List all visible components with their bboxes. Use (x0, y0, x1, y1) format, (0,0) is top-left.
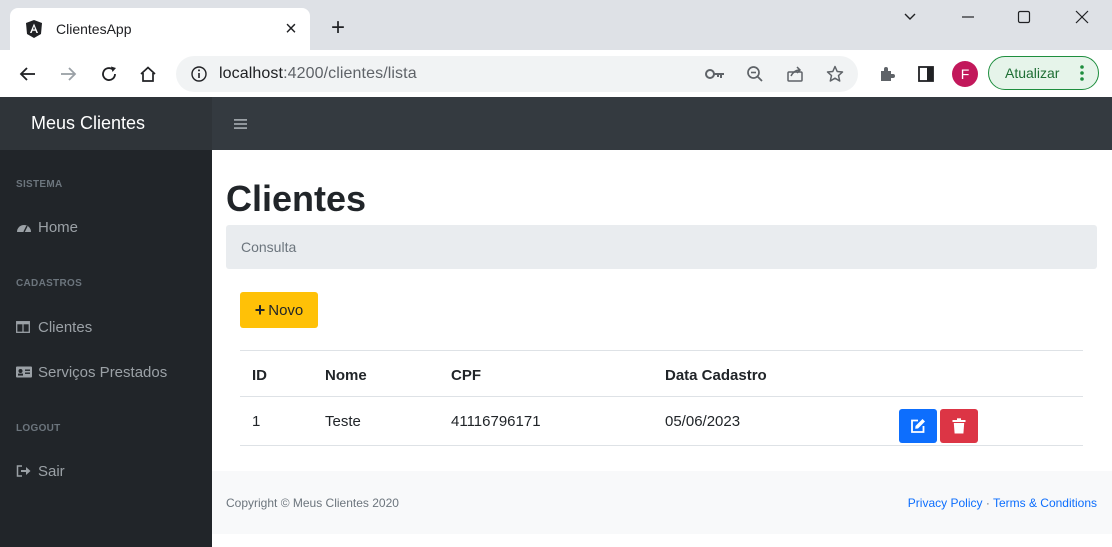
sidebar-item-home[interactable]: Home (16, 216, 78, 238)
update-button[interactable]: Atualizar (988, 56, 1099, 90)
sidebar-item-sair[interactable]: Sair (16, 460, 65, 482)
tab-title: ClientesApp (56, 21, 132, 37)
main-content: Clientes Consulta + Novo ID Nome CPF Dat… (212, 150, 1112, 471)
cell-data-cadastro: 05/06/2023 (665, 413, 741, 430)
cell-nome: Teste (325, 413, 361, 430)
column-header-nome: Nome (325, 367, 367, 384)
home-icon[interactable] (136, 62, 160, 86)
sidebar-item-label: Serviços Prestados (38, 363, 168, 381)
breadcrumb: Consulta (226, 225, 1097, 269)
new-tab-icon[interactable]: + (326, 16, 350, 40)
footer-separator: · (985, 496, 990, 510)
sidebar-item-clientes[interactable]: Clientes (16, 316, 92, 338)
edit-button[interactable] (899, 409, 937, 443)
close-tab-icon[interactable]: × (280, 18, 302, 40)
sidebar: SISTEMA Home CADASTROS Clientes Serviços… (0, 150, 212, 547)
browser-tabstrip: ClientesApp × + (0, 0, 1112, 50)
sidebar-item-label: Sair (38, 462, 65, 480)
sidebar-heading-sistema: SISTEMA (16, 179, 63, 190)
app-brand[interactable]: Meus Clientes (31, 113, 145, 134)
copyright-text: Copyright © Meus Clientes 2020 (226, 496, 399, 510)
trash-icon (952, 418, 966, 434)
new-client-label: Novo (268, 301, 304, 319)
chevron-down-icon[interactable] (896, 6, 924, 28)
table-bottom-border (240, 445, 1083, 446)
table-header-row: ID Nome CPF Data Cadastro (240, 350, 1083, 396)
sign-out-icon (16, 464, 32, 478)
table-row: 1 Teste 41116796171 05/06/2023 (240, 396, 1083, 445)
profile-avatar[interactable]: F (952, 61, 978, 87)
more-vert-icon[interactable] (1079, 64, 1085, 82)
table-icon (16, 320, 32, 334)
clients-table: ID Nome CPF Data Cadastro 1 Teste 411167… (240, 350, 1083, 446)
star-icon[interactable] (824, 64, 846, 84)
brand-area: Meus Clientes (0, 97, 212, 150)
app-topnav: Meus Clientes (0, 97, 1112, 150)
column-header-id: ID (252, 367, 267, 384)
footer: Copyright © Meus Clientes 2020 Privacy P… (212, 471, 1112, 534)
terms-link[interactable]: Terms & Conditions (993, 496, 1097, 510)
sidebar-heading-cadastros: CADASTROS (16, 278, 83, 289)
id-card-icon (16, 365, 32, 379)
forward-arrow-icon[interactable] (56, 62, 80, 86)
column-header-cpf: CPF (451, 367, 481, 384)
minimize-icon[interactable] (954, 6, 982, 28)
page-bottom (212, 534, 1112, 547)
cell-id: 1 (252, 413, 261, 430)
plus-icon: + (254, 299, 266, 320)
sidebar-item-servicos-prestados[interactable]: Serviços Prestados (16, 361, 167, 383)
close-window-icon[interactable] (1068, 6, 1096, 28)
maximize-icon[interactable] (1010, 6, 1038, 28)
url-text: localhost:4200/clientes/lista (219, 65, 417, 82)
new-client-button[interactable]: + Novo (240, 292, 318, 328)
sidebar-item-label: Home (38, 218, 79, 236)
tachometer-icon (16, 220, 32, 234)
breadcrumb-item-consulta: Consulta (241, 239, 297, 255)
update-label: Atualizar (1005, 65, 1060, 81)
browser-tab[interactable]: ClientesApp × (10, 8, 310, 50)
key-icon[interactable] (704, 64, 726, 84)
zoom-out-icon[interactable] (744, 64, 766, 84)
hamburger-menu-icon[interactable] (234, 117, 247, 129)
sidebar-item-label: Clientes (38, 318, 93, 336)
delete-button[interactable] (940, 409, 978, 443)
back-arrow-icon[interactable] (16, 62, 40, 86)
page-title: Clientes (226, 178, 367, 219)
column-header-data-cadastro: Data Cadastro (665, 367, 767, 384)
cell-cpf: 41116796171 (451, 413, 541, 430)
privacy-policy-link[interactable]: Privacy Policy (908, 496, 983, 510)
side-panel-icon[interactable] (914, 62, 938, 86)
angular-logo-icon (24, 19, 44, 39)
edit-icon (911, 419, 925, 433)
browser-toolbar: localhost:4200/clientes/lista (0, 50, 1112, 98)
sidebar-heading-logout: LOGOUT (16, 423, 61, 434)
address-bar[interactable]: localhost:4200/clientes/lista (176, 56, 858, 92)
footer-links: Privacy Policy · Terms & Conditions (908, 496, 1097, 510)
reload-icon[interactable] (97, 62, 121, 86)
extensions-icon[interactable] (875, 62, 899, 86)
share-icon[interactable] (784, 64, 806, 84)
info-icon[interactable] (190, 65, 208, 83)
